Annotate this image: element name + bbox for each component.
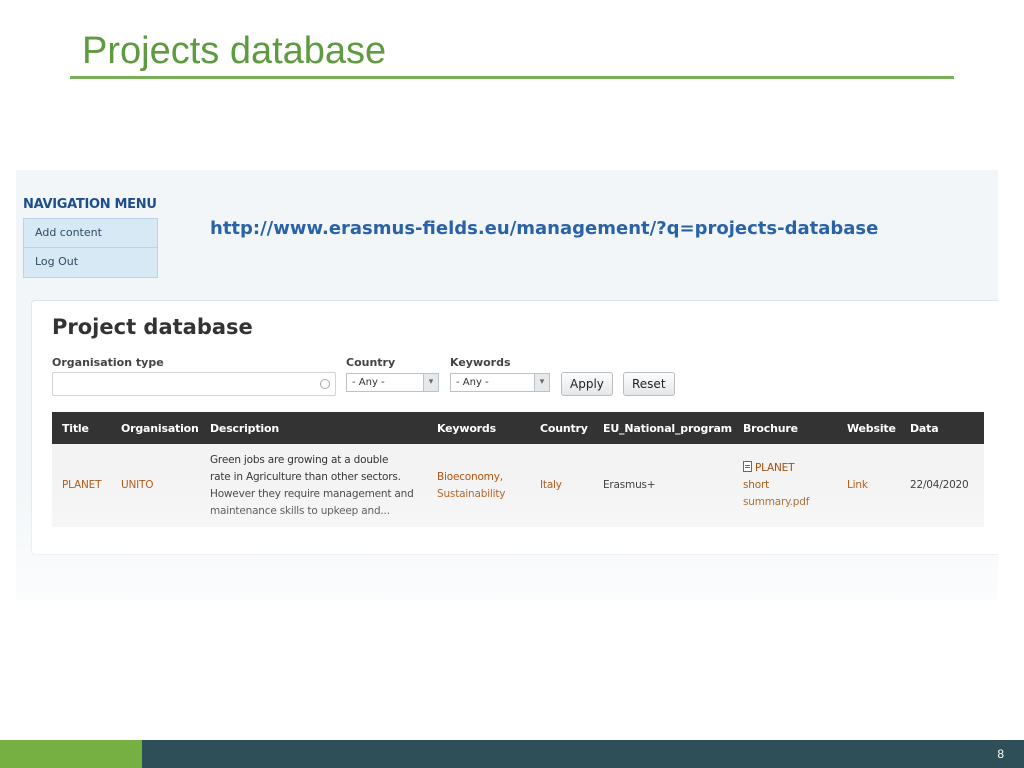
column-header-country[interactable]: Country: [530, 412, 593, 444]
description-line: However they require management and: [210, 487, 414, 500]
country-select-value: - Any -: [352, 377, 385, 388]
date-value: 22/04/2020: [910, 479, 969, 491]
description-line: Green jobs are growing at a double: [210, 453, 389, 466]
country-select[interactable]: - Any - ▾: [346, 373, 439, 392]
reset-button[interactable]: Reset: [623, 372, 675, 396]
organisation-link[interactable]: UNITO: [121, 479, 154, 491]
program-value: Erasmus+: [603, 479, 656, 491]
apply-button[interactable]: Apply: [561, 372, 613, 396]
column-header-brochure[interactable]: Brochure: [733, 412, 837, 444]
brochure-link[interactable]: short: [743, 477, 837, 494]
navigation-menu-heading: NAVIGATION MENU: [23, 197, 157, 212]
website-link[interactable]: Link: [847, 479, 868, 491]
cell-description: Green jobs are growing at a double rate …: [200, 444, 427, 527]
description-line: maintenance skills to upkeep and...: [210, 504, 390, 517]
table-header-row: Title Organisation Description Keywords …: [52, 412, 984, 444]
table-row: PLANET UNITO Green jobs are growing at a…: [52, 444, 984, 527]
pdf-file-icon: [743, 461, 752, 472]
keyword-link[interactable]: Sustainability: [437, 486, 530, 503]
cell-data: 22/04/2020: [900, 444, 984, 527]
chevron-down-icon: ▾: [534, 374, 549, 391]
title-underline: [70, 76, 954, 79]
footer-accent-bar: [0, 740, 142, 768]
column-header-keywords[interactable]: Keywords: [427, 412, 530, 444]
cell-website[interactable]: Link: [837, 444, 900, 527]
slide-title: Projects database: [82, 30, 387, 72]
project-database-title: Project database: [52, 315, 253, 339]
description-line: rate in Agriculture than other sectors.: [210, 470, 401, 483]
keyword-link[interactable]: Bioeconomy,: [437, 469, 530, 486]
navigation-menu: Add content Log Out: [23, 218, 158, 278]
column-header-program[interactable]: EU_National_program: [593, 412, 733, 444]
keywords-select-value: - Any -: [456, 377, 489, 388]
column-header-organisation[interactable]: Organisation: [111, 412, 200, 444]
autocomplete-throbber-icon: [320, 379, 330, 389]
project-database-panel: Project database Organisation type Count…: [31, 300, 998, 555]
cell-country[interactable]: Italy: [530, 444, 593, 527]
cell-program: Erasmus+: [593, 444, 733, 527]
page-number: 8: [997, 747, 1004, 761]
country-link[interactable]: Italy: [540, 479, 562, 491]
organisation-type-label: Organisation type: [52, 356, 164, 369]
column-header-description[interactable]: Description: [200, 412, 427, 444]
keywords-label: Keywords: [450, 356, 511, 369]
website-screenshot: NAVIGATION MENU Add content Log Out http…: [16, 170, 998, 600]
footer-bar: [142, 740, 1024, 768]
cell-brochure[interactable]: PLANET short summary.pdf: [733, 444, 837, 527]
keywords-select[interactable]: - Any - ▾: [450, 373, 550, 392]
column-header-data[interactable]: Data: [900, 412, 984, 444]
column-header-title[interactable]: Title: [52, 412, 111, 444]
organisation-type-input[interactable]: [53, 373, 335, 396]
chevron-down-icon: ▾: [423, 374, 438, 391]
brochure-link[interactable]: summary.pdf: [743, 494, 837, 511]
page-url: http://www.erasmus-fields.eu/management/…: [210, 218, 879, 239]
cell-title[interactable]: PLANET: [52, 444, 111, 527]
nav-item-log-out[interactable]: Log Out: [23, 248, 158, 278]
country-label: Country: [346, 356, 396, 369]
project-title-link[interactable]: PLANET: [62, 479, 102, 491]
brochure-link[interactable]: PLANET: [755, 462, 795, 474]
projects-table: Title Organisation Description Keywords …: [52, 412, 984, 527]
organisation-type-field[interactable]: [52, 372, 336, 396]
nav-item-add-content[interactable]: Add content: [23, 218, 158, 248]
cell-organisation[interactable]: UNITO: [111, 444, 200, 527]
cell-keywords[interactable]: Bioeconomy, Sustainability: [427, 444, 530, 527]
column-header-website[interactable]: Website: [837, 412, 900, 444]
